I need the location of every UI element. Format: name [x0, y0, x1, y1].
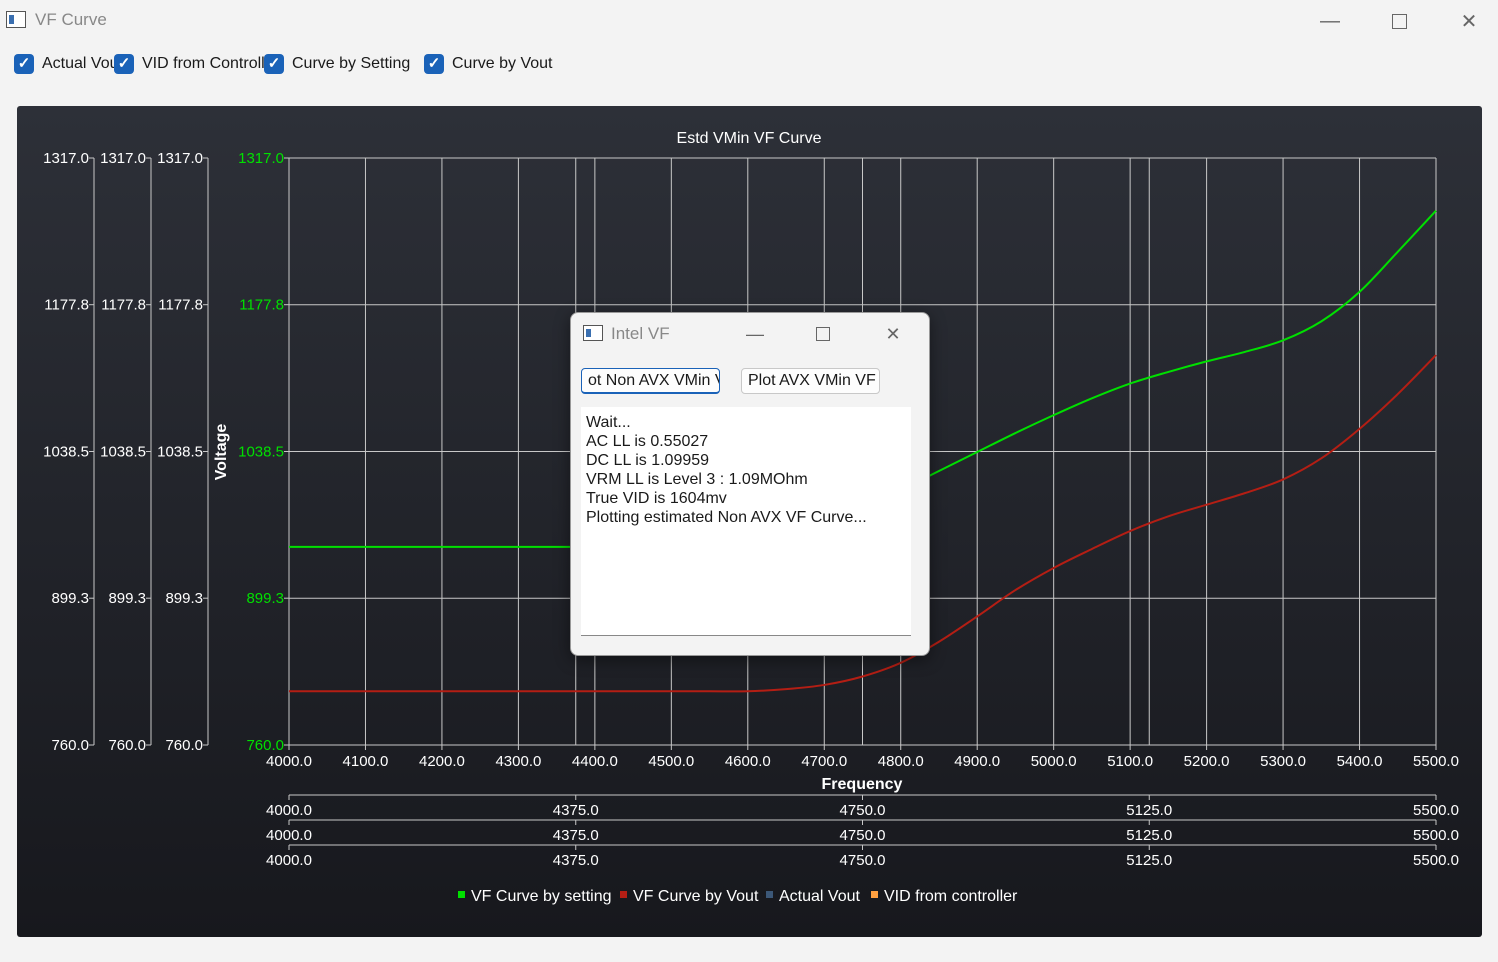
- secondary-x-tick-label: 4750.0: [840, 827, 886, 844]
- y-tick-label: 1038.5: [100, 444, 146, 461]
- y-tick-label: 1317.0: [157, 150, 203, 167]
- y-tick-label: 1177.8: [239, 297, 284, 314]
- secondary-x-tick-label: 4750.0: [840, 852, 886, 869]
- y-tick-label: 1177.8: [158, 297, 203, 314]
- dialog-title: Intel VF: [611, 324, 670, 343]
- plot-non-avx-button[interactable]: ot Non AVX VMin V: [581, 368, 720, 394]
- x-tick-label: 5400.0: [1337, 753, 1383, 770]
- legend-label: Actual Vout: [779, 888, 861, 905]
- secondary-x-tick-label: 5500.0: [1413, 827, 1459, 844]
- x-tick-label: 4600.0: [725, 753, 771, 770]
- y-tick-label: 1038.5: [238, 444, 284, 461]
- y-tick-label: 1177.8: [101, 297, 146, 314]
- plot-avx-button[interactable]: Plot AVX VMin VF: [741, 368, 880, 394]
- y-tick-label: 899.3: [165, 590, 203, 607]
- y-axis-label: Voltage: [213, 424, 230, 481]
- secondary-x-tick-label: 4375.0: [553, 802, 599, 819]
- y-tick-label: 760.0: [246, 737, 284, 754]
- secondary-x-tick-label: 4000.0: [266, 827, 312, 844]
- log-line: DC LL is 1.09959: [586, 452, 710, 469]
- x-tick-label: 4900.0: [954, 753, 1000, 770]
- x-tick-label: 4300.0: [495, 753, 541, 770]
- maximize-icon: [816, 327, 830, 341]
- x-tick-label: 4000.0: [266, 753, 312, 770]
- x-tick-label: 5200.0: [1184, 753, 1230, 770]
- intel-vf-dialog: Intel VF — ✕ ot Non AVX VMin V Plot AVX …: [570, 312, 930, 656]
- secondary-x-tick-label: 4000.0: [266, 852, 312, 869]
- x-tick-label: 5000.0: [1031, 753, 1077, 770]
- log-line: Plotting estimated Non AVX VF Curve...: [586, 509, 867, 526]
- legend-label: VF Curve by Vout: [633, 888, 759, 905]
- y-tick-label: 1317.0: [43, 150, 89, 167]
- log-output[interactable]: Wait... AC LL is 0.55027 DC LL is 1.0995…: [581, 407, 911, 636]
- secondary-x-tick-label: 5125.0: [1126, 827, 1172, 844]
- y-tick-label: 760.0: [51, 737, 89, 754]
- secondary-x-tick-label: 5125.0: [1126, 852, 1172, 869]
- x-tick-label: 4500.0: [648, 753, 694, 770]
- close-icon: ✕: [885, 323, 901, 344]
- log-line: VRM LL is Level 3 : 1.09MOhm: [586, 471, 808, 488]
- x-tick-label: 4100.0: [343, 753, 389, 770]
- x-tick-label: 5300.0: [1260, 753, 1306, 770]
- log-line: Wait...: [586, 414, 631, 431]
- legend-marker: [458, 891, 465, 898]
- y-tick-label: 1038.5: [157, 444, 203, 461]
- log-line: True VID is 1604mv: [586, 490, 727, 507]
- y-tick-label: 899.3: [246, 590, 284, 607]
- dialog-maximize-button[interactable]: [793, 317, 853, 351]
- dialog-app-icon: [583, 325, 603, 341]
- legend-label: VID from controller: [884, 888, 1018, 905]
- secondary-x-tick-label: 4000.0: [266, 802, 312, 819]
- y-tick-label: 899.3: [108, 590, 146, 607]
- log-line: AC LL is 0.55027: [586, 433, 709, 450]
- x-tick-label: 5100.0: [1107, 753, 1153, 770]
- secondary-x-tick-label: 4375.0: [553, 827, 599, 844]
- legend-marker: [766, 891, 773, 898]
- y-tick-label: 1038.5: [43, 444, 89, 461]
- x-tick-label: 4200.0: [419, 753, 465, 770]
- y-tick-label: 899.3: [51, 590, 89, 607]
- y-tick-label: 760.0: [165, 737, 203, 754]
- dialog-close-button[interactable]: ✕: [863, 317, 923, 351]
- x-tick-label: 4400.0: [572, 753, 618, 770]
- x-tick-label: 4800.0: [878, 753, 924, 770]
- secondary-x-tick-label: 5500.0: [1413, 852, 1459, 869]
- minimize-icon: —: [746, 323, 764, 344]
- y-tick-label: 1317.0: [238, 150, 284, 167]
- dialog-minimize-button[interactable]: —: [725, 317, 785, 351]
- y-tick-label: 1317.0: [100, 150, 146, 167]
- x-axis-label: Frequency: [822, 776, 903, 793]
- legend-label: VF Curve by setting: [471, 888, 612, 905]
- secondary-x-tick-label: 4375.0: [553, 852, 599, 869]
- chart-title: Estd VMin VF Curve: [677, 130, 822, 147]
- legend-marker: [871, 891, 878, 898]
- secondary-x-tick-label: 5125.0: [1126, 802, 1172, 819]
- y-tick-label: 1177.8: [44, 297, 89, 314]
- x-tick-label: 5500.0: [1413, 753, 1459, 770]
- y-tick-label: 760.0: [108, 737, 146, 754]
- secondary-x-tick-label: 5500.0: [1413, 802, 1459, 819]
- secondary-x-tick-label: 4750.0: [840, 802, 886, 819]
- x-tick-label: 4700.0: [801, 753, 847, 770]
- legend-marker: [620, 891, 627, 898]
